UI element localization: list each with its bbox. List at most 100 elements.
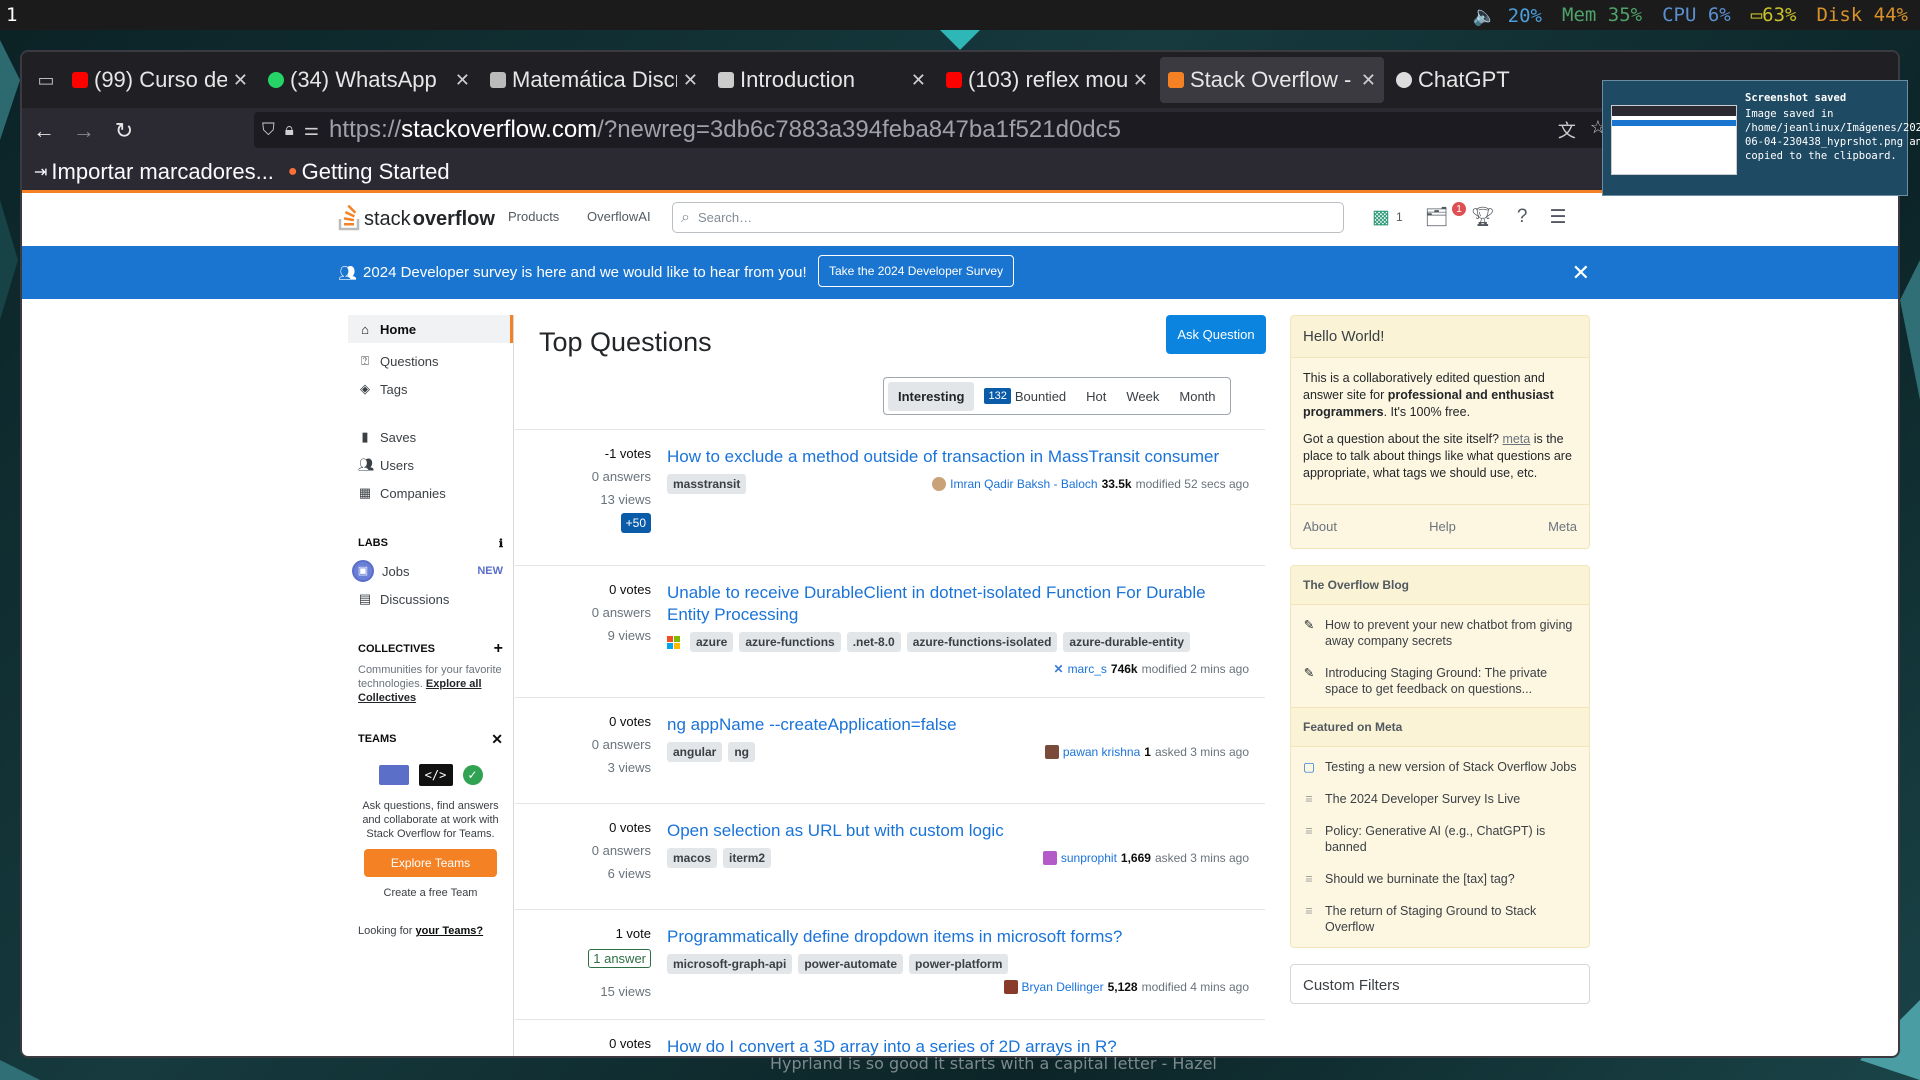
url-bar[interactable]: ⛉ 🔒︎ ⚌ https://stackoverflow.com/?newreg… <box>254 112 1616 148</box>
back-icon[interactable]: ← <box>26 113 62 149</box>
nav-products[interactable]: Products <box>508 209 559 224</box>
close-icon[interactable]: ✕ <box>233 70 248 91</box>
filter-hot[interactable]: Hot <box>1076 382 1116 411</box>
tab-chatgpt[interactable]: ChatGPT <box>1388 57 1588 103</box>
question-tag[interactable]: azure-durable-entity <box>1063 632 1191 652</box>
sidebar-item-jobs[interactable]: ▣ Jobs NEW <box>348 557 513 585</box>
featured-item[interactable]: ≡ The return of Staging Ground to Stack … <box>1291 895 1589 947</box>
close-icon[interactable]: ✕ <box>683 70 698 91</box>
tab-curso-git[interactable]: (99) Curso de GIT ✕ <box>64 57 256 103</box>
question-tag[interactable]: power-platform <box>909 954 1009 974</box>
translate-icon[interactable]: 文 <box>1558 117 1576 143</box>
blog-item[interactable]: ✎ Introducing Staging Ground: The privat… <box>1291 657 1589 707</box>
tab-matematica[interactable]: Matemática Discr ✕ <box>482 57 706 103</box>
user-link[interactable]: pawan krishna <box>1063 745 1140 759</box>
inbox-icon[interactable]: 🗂︎ <box>1425 205 1449 229</box>
question-tag[interactable]: microsoft-graph-api <box>667 954 793 974</box>
question-tag[interactable]: iterm2 <box>723 848 772 868</box>
question-title[interactable]: Open selection as URL but with custom lo… <box>667 820 1249 842</box>
question-title[interactable]: Unable to receive DurableClient in dotne… <box>667 582 1249 626</box>
question-activity[interactable]: asked 3 mins ago <box>1155 851 1249 865</box>
lock-icon[interactable]: 🔒︎ <box>285 120 294 140</box>
close-icon[interactable]: ✕ <box>1133 70 1148 91</box>
workspace-indicator[interactable]: 1 <box>0 4 17 26</box>
question-title[interactable]: How to exclude a method outside of trans… <box>667 446 1249 468</box>
tab-introduction[interactable]: Introduction ✕ <box>710 57 934 103</box>
featured-item[interactable]: ≡ Should we burninate the [tax] tag? <box>1291 863 1589 895</box>
tab-whatsapp[interactable]: (34) WhatsApp ✕ <box>260 57 478 103</box>
tab-stackoverflow[interactable]: Stack Overflow - ✕ <box>1160 57 1384 103</box>
create-team-link[interactable]: Create a free Team <box>348 887 513 899</box>
survey-button[interactable]: Take the 2024 Developer Survey <box>818 255 1015 287</box>
about-link[interactable]: About <box>1303 519 1337 534</box>
tab-overview-icon[interactable]: ▭ <box>28 62 64 98</box>
question-activity[interactable]: modified 4 mins ago <box>1142 980 1249 994</box>
avatar[interactable]: ▩ <box>1372 206 1390 229</box>
sidebar-item-users[interactable]: 👥︎ Users <box>348 451 513 479</box>
meta-link[interactable]: meta <box>1502 432 1530 446</box>
filter-bountied[interactable]: 132 Bountied <box>974 381 1076 411</box>
ask-question-button[interactable]: Ask Question <box>1166 315 1266 354</box>
question-activity[interactable]: modified 2 mins ago <box>1142 662 1249 676</box>
question-tag[interactable]: .net-8.0 <box>846 632 901 652</box>
sidebar-item-companies[interactable]: ▦ Companies <box>348 479 513 507</box>
filter-interesting[interactable]: Interesting <box>888 381 975 411</box>
info-icon[interactable]: ℹ <box>499 537 503 550</box>
user-link[interactable]: Imran Qadir Baksh - Baloch <box>950 477 1097 491</box>
meta-footer-link[interactable]: Meta <box>1548 519 1577 534</box>
question-tag[interactable]: macos <box>667 848 718 868</box>
filter-week[interactable]: Week <box>1116 382 1169 411</box>
question-tag[interactable]: masstransit <box>667 474 747 494</box>
close-icon[interactable]: ✕ <box>1361 70 1376 91</box>
your-teams-link[interactable]: your Teams? <box>416 925 484 937</box>
close-icon[interactable]: ✕ <box>455 70 470 91</box>
user-link[interactable]: marc_s <box>1068 662 1107 676</box>
avatar[interactable] <box>932 477 947 491</box>
avatar[interactable] <box>1003 980 1018 994</box>
forward-icon[interactable]: → <box>66 113 102 149</box>
tab-reflex-moure[interactable]: (103) reflex moure ✕ <box>938 57 1156 103</box>
question-title[interactable]: ng appName --createApplication=false <box>667 714 1249 736</box>
help-link[interactable]: Help <box>1429 519 1456 534</box>
explore-teams-button[interactable]: Explore Teams <box>364 849 497 877</box>
question-activity[interactable]: asked 3 mins ago <box>1155 745 1249 759</box>
site-switcher-icon[interactable]: ☰ <box>1549 206 1566 229</box>
bookmark-getting-started[interactable]: ● Getting Started <box>288 159 450 185</box>
close-icon[interactable]: ✕ <box>491 731 503 748</box>
question-tag[interactable]: azure-functions <box>739 632 841 652</box>
help-icon[interactable]: ? <box>1517 206 1528 228</box>
shield-icon[interactable]: ⛉ <box>262 120 275 140</box>
question-tag[interactable]: ng <box>728 742 756 762</box>
user-link[interactable]: sunprophit <box>1061 851 1117 865</box>
sidebar-item-saves[interactable]: ▮ Saves <box>348 423 513 451</box>
azure-collective-icon[interactable] <box>667 635 680 649</box>
avatar[interactable] <box>1042 851 1057 865</box>
filter-month[interactable]: Month <box>1169 382 1225 411</box>
stackoverflow-logo[interactable]: stack overflow <box>338 203 495 231</box>
avatar[interactable]: ✕ <box>1054 662 1064 676</box>
close-icon[interactable]: ✕ <box>1572 260 1590 286</box>
featured-item[interactable]: ≡ Policy: Generative AI (e.g., ChatGPT) … <box>1291 815 1589 863</box>
blog-item[interactable]: ✎ How to prevent your new chatbot from g… <box>1291 605 1589 657</box>
permissions-icon[interactable]: ⚌ <box>304 120 319 140</box>
plus-icon[interactable]: + <box>494 640 503 658</box>
sidebar-item-questions[interactable]: ⍰ Questions <box>348 347 513 375</box>
achievements-icon[interactable]: 🏆︎ <box>1471 205 1495 229</box>
bookmark-import[interactable]: ⇥ Importar marcadores... <box>34 159 274 185</box>
question-activity[interactable]: modified 52 secs ago <box>1136 477 1249 491</box>
avatar[interactable] <box>1044 745 1059 759</box>
reload-icon[interactable]: ↻ <box>106 113 142 149</box>
question-title[interactable]: Programmatically define dropdown items i… <box>667 926 1249 948</box>
sidebar-item-home[interactable]: ⌂ Home <box>348 315 513 343</box>
question-tag[interactable]: azure <box>690 632 734 652</box>
sidebar-item-discussions[interactable]: ▤ Discussions <box>348 585 513 613</box>
user-link[interactable]: Bryan Dellinger <box>1022 980 1104 994</box>
sidebar-item-tags[interactable]: ◈ Tags <box>348 375 513 403</box>
question-tag[interactable]: angular <box>667 742 723 762</box>
nav-overflowai[interactable]: OverflowAI <box>587 209 651 224</box>
question-tag[interactable]: power-automate <box>798 954 904 974</box>
volume-indicator[interactable]: 🔈 20% <box>1473 4 1542 27</box>
question-tag[interactable]: azure-functions-isolated <box>906 632 1058 652</box>
featured-item[interactable]: ▢ Testing a new version of Stack Overflo… <box>1291 747 1589 783</box>
close-icon[interactable]: ✕ <box>911 70 926 91</box>
